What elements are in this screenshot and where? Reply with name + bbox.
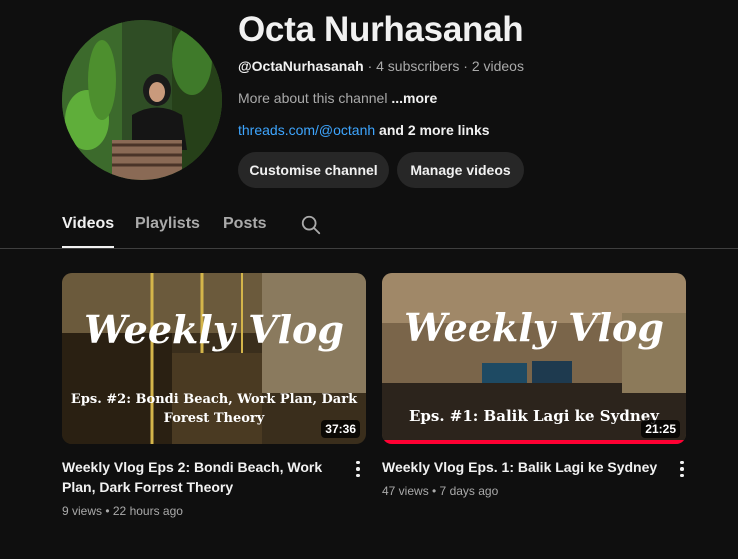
channel-meta: @OctaNurhasanah · 4 subscribers · 2 vide… <box>238 58 524 74</box>
tab-posts[interactable]: Posts <box>223 215 267 233</box>
watch-progress-bar <box>382 440 686 444</box>
more-actions-icon[interactable] <box>350 459 366 479</box>
video-title[interactable]: Weekly Vlog Eps. 1: Balik Lagi ke Sydney <box>382 457 664 477</box>
video-meta: 9 views • 22 hours ago <box>62 504 183 518</box>
more-links-link[interactable]: and 2 more links <box>375 122 490 138</box>
channel-name: Octa Nurhasanah <box>238 10 524 49</box>
tab-playlists[interactable]: Playlists <box>135 215 200 233</box>
video-duration: 21:25 <box>641 420 680 438</box>
video-title[interactable]: Weekly Vlog Eps 2: Bondi Beach, Work Pla… <box>62 457 344 497</box>
external-link[interactable]: threads.com/@octanh <box>238 122 375 138</box>
thumb-title: Weekly Vlog <box>84 307 344 352</box>
thumbnail-image: Weekly Vlog Eps. #1: Balik Lagi ke Sydne… <box>382 273 686 444</box>
video-card[interactable]: Weekly Vlog Eps. #1: Balik Lagi ke Sydne… <box>382 273 686 498</box>
channel-handle: @OctaNurhasanah <box>238 58 364 74</box>
channel-stats: · 4 subscribers · 2 videos <box>363 58 524 74</box>
channel-tabs: Videos Playlists Posts <box>0 200 738 249</box>
avatar-photo <box>62 20 222 180</box>
channel-avatar[interactable] <box>62 20 222 180</box>
about-more-link[interactable]: ...more <box>391 90 437 106</box>
channel-links: threads.com/@octanh and 2 more links <box>238 122 490 138</box>
thumb-subtitle: Eps. #1: Balik Lagi ke Sydney <box>409 407 660 425</box>
tab-videos[interactable]: Videos <box>62 215 115 248</box>
thumbnail-image: Weekly Vlog Eps. #2: Bondi Beach, Work P… <box>62 273 366 444</box>
manage-videos-button[interactable]: Manage videos <box>397 152 524 188</box>
customise-channel-button[interactable]: Customise channel <box>238 152 389 188</box>
about-text: More about this channel <box>238 90 392 106</box>
channel-about[interactable]: More about this channel ...more <box>238 90 437 106</box>
video-thumbnail[interactable]: Weekly Vlog Eps. #1: Balik Lagi ke Sydne… <box>382 273 686 444</box>
search-icon[interactable] <box>300 214 322 236</box>
thumb-subtitle: Forest Theory <box>164 411 265 426</box>
video-duration: 37:36 <box>321 420 360 438</box>
video-meta: 47 views • 7 days ago <box>382 484 499 498</box>
thumb-title: Weekly Vlog <box>404 305 664 350</box>
more-actions-icon[interactable] <box>674 459 690 479</box>
video-thumbnail[interactable]: Weekly Vlog Eps. #2: Bondi Beach, Work P… <box>62 273 366 444</box>
thumb-subtitle: Eps. #2: Bondi Beach, Work Plan, Dark <box>71 392 358 407</box>
video-card[interactable]: Weekly Vlog Eps. #2: Bondi Beach, Work P… <box>62 273 366 518</box>
